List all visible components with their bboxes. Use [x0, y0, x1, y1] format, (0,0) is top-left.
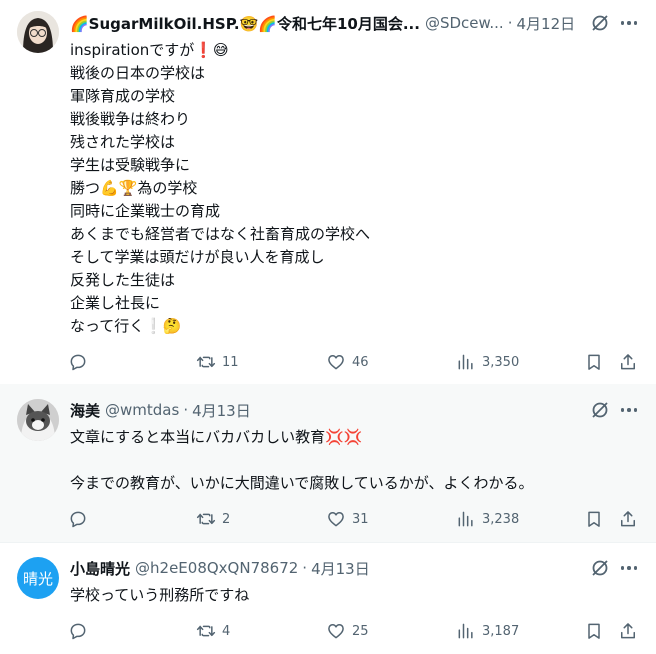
retweet-count: 11: [222, 354, 239, 370]
text-line: 企業し社長に: [70, 294, 161, 312]
display-name[interactable]: 🌈SugarMilkOil.HSP.🤓🌈令和七年10月国会...: [70, 13, 420, 34]
like-count: 25: [352, 623, 369, 639]
like-button[interactable]: 25: [326, 619, 369, 643]
display-name[interactable]: 海美: [70, 400, 100, 421]
bookmark-icon: [588, 511, 600, 527]
avatar-text: 晴光: [22, 569, 53, 588]
bookmark-button[interactable]: [584, 507, 604, 531]
share-button[interactable]: [618, 507, 638, 531]
avatar[interactable]: 晴光: [17, 557, 59, 599]
views-icon: [458, 354, 473, 370]
display-name[interactable]: 小島晴光: [70, 558, 130, 579]
share-icon: [621, 354, 635, 370]
post-text: 文章にすると本当にバカバカしい教育💢💢 今までの教育が、いかに大間違いで腐敗して…: [70, 426, 534, 495]
bookmark-button[interactable]: [584, 619, 604, 643]
more-icon[interactable]: [618, 13, 640, 33]
views-button[interactable]: 3,238: [456, 507, 519, 531]
views-count: 3,187: [482, 623, 520, 639]
text-line: なって行く❕🤔: [70, 317, 182, 335]
user-handle[interactable]: @wmtdas: [105, 401, 179, 419]
retweet-button[interactable]: 4: [196, 619, 230, 643]
like-button[interactable]: 31: [326, 507, 369, 531]
action-bar: 4 25 3,187: [68, 619, 644, 643]
grok-icon[interactable]: [590, 13, 610, 33]
post-text: 学校っていう刑務所ですね: [70, 584, 249, 607]
user-handle[interactable]: @SDcew...: [425, 14, 504, 32]
more-icon[interactable]: [618, 400, 640, 420]
share-icon: [621, 623, 635, 639]
text-line: そして学業は頭だけが良い人を育成し: [70, 248, 325, 266]
avatar-photo: [17, 11, 59, 53]
reply-icon: [70, 511, 86, 528]
reply-icon: [70, 623, 86, 640]
text-line: 学生は受験戦争に: [70, 156, 191, 174]
retweet-count: 4: [222, 623, 231, 639]
text-line: 学校っていう刑務所ですね: [70, 586, 250, 604]
avatar-photo: [17, 399, 59, 441]
views-icon: [458, 623, 473, 639]
text-line: あくまでも経営者ではなく社畜育成の学校へ: [70, 225, 371, 243]
post-3[interactable]: 晴光 小島晴光 @h2eE08QxQN78672 · 4月13日 学校っていう刑…: [0, 542, 656, 654]
like-icon: [328, 355, 344, 370]
share-button[interactable]: [618, 350, 638, 374]
post-header: 海美 @wmtdas · 4月13日: [70, 399, 251, 421]
more-icon[interactable]: [618, 558, 640, 578]
retweet-count: 2: [222, 511, 231, 527]
text-line: 軍隊育成の学校: [70, 87, 176, 105]
text-line: 今までの教育が、いかに大間違いで腐敗しているかが、よくわかる。: [70, 474, 534, 492]
views-count: 3,350: [482, 354, 520, 370]
post-1[interactable]: 🌈SugarMilkOil.HSP.🤓🌈令和七年10月国会... @SDcew.…: [0, 0, 656, 384]
post-date[interactable]: 4月13日: [311, 558, 370, 579]
reply-button[interactable]: [68, 619, 94, 643]
text-line: 戦後の日本の学校は: [70, 64, 206, 82]
post-date[interactable]: 4月13日: [192, 400, 251, 421]
text-line-blank: [70, 449, 534, 472]
reply-button[interactable]: [68, 507, 94, 531]
post-header: 🌈SugarMilkOil.HSP.🤓🌈令和七年10月国会... @SDcew.…: [70, 12, 580, 34]
action-bar: 2 31 3,238: [68, 507, 644, 531]
views-button[interactable]: 3,187: [456, 619, 519, 643]
separator: ·: [507, 14, 513, 32]
retweet-button[interactable]: 11: [196, 350, 239, 374]
reply-button[interactable]: [68, 350, 94, 374]
post-text: inspirationですが❗️😅 戦後の日本の学校は 軍隊育成の学校 戦後戦争…: [70, 39, 370, 338]
like-icon: [328, 624, 344, 639]
text-line: 戦後戦争は終わり: [70, 110, 191, 128]
bookmark-icon: [588, 354, 600, 370]
avatar[interactable]: [17, 11, 59, 53]
like-count: 31: [352, 511, 369, 527]
like-icon: [328, 512, 344, 527]
text-line: 勝つ💪🏆為の学校: [70, 179, 198, 197]
grok-icon[interactable]: [590, 400, 610, 420]
post-2[interactable]: 海美 @wmtdas · 4月13日 文章にすると本当にバカバカしい教育💢💢 今…: [0, 384, 656, 542]
user-handle[interactable]: @h2eE08QxQN78672: [135, 559, 298, 577]
bookmark-button[interactable]: [584, 350, 604, 374]
retweet-button[interactable]: 2: [196, 507, 230, 531]
action-bar: 11 46 3,350: [68, 350, 644, 374]
bookmark-icon: [588, 623, 600, 639]
text-line: 文章にすると本当にバカバカしい教育💢💢: [70, 428, 363, 446]
grok-icon[interactable]: [590, 558, 610, 578]
post-date[interactable]: 4月12日: [516, 13, 575, 34]
reply-icon: [70, 354, 86, 371]
share-icon: [621, 511, 635, 527]
post-header: 小島晴光 @h2eE08QxQN78672 · 4月13日: [70, 557, 370, 579]
like-button[interactable]: 46: [326, 350, 369, 374]
share-button[interactable]: [618, 619, 638, 643]
views-count: 3,238: [482, 511, 520, 527]
text-line: 反発した生徒は: [70, 271, 176, 289]
avatar[interactable]: [17, 399, 59, 441]
separator: ·: [302, 559, 308, 577]
retweet-icon: [196, 513, 216, 525]
views-icon: [458, 511, 473, 527]
separator: ·: [183, 401, 189, 419]
text-line: 残された学校は: [70, 133, 176, 151]
text-line: 同時に企業戦士の育成: [70, 202, 221, 220]
retweet-icon: [196, 356, 216, 368]
views-button[interactable]: 3,350: [456, 350, 519, 374]
retweet-icon: [196, 625, 216, 637]
like-count: 46: [352, 354, 369, 370]
text-line: inspirationですが❗️😅: [70, 41, 229, 59]
